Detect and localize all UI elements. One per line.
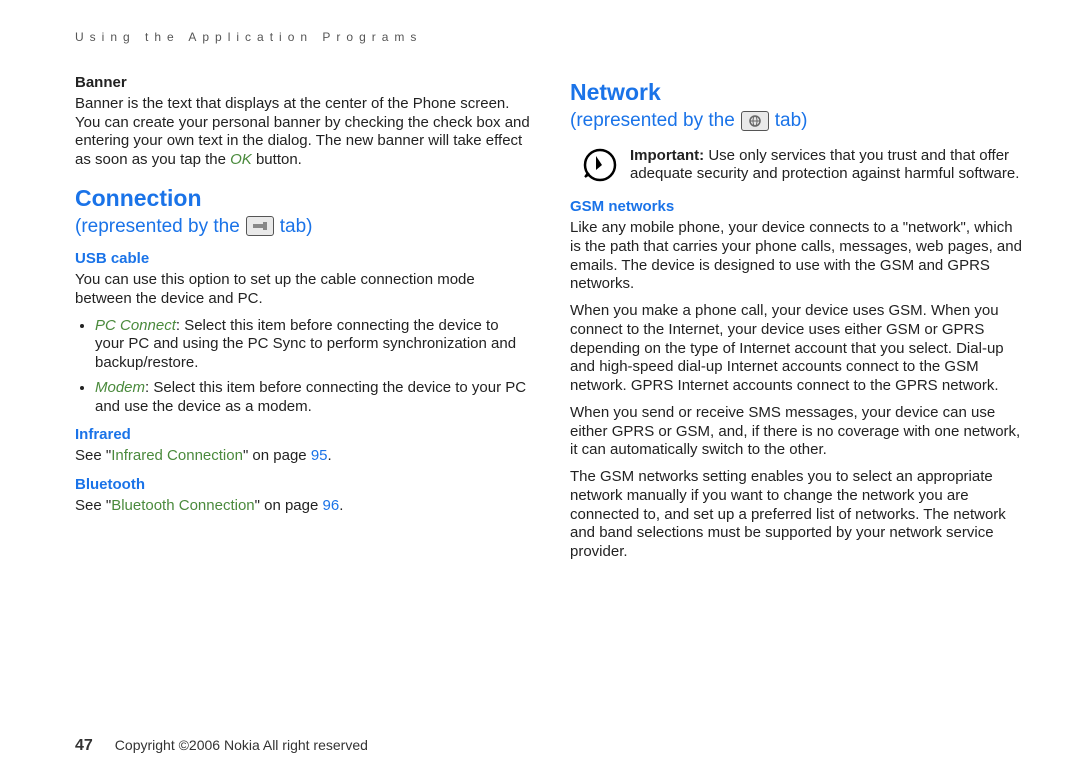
right-column: Network (represented by the tab)	[570, 64, 1025, 570]
subtitle-prefix: (represented by the	[75, 215, 240, 239]
two-column-layout: Banner Banner is the text that displays …	[75, 64, 1030, 570]
important-icon	[582, 147, 618, 189]
connection-heading: Connection	[75, 184, 530, 213]
usb-heading: USB cable	[75, 250, 530, 269]
pc-connect-term: PC Connect	[95, 317, 176, 334]
banner-text-part1: Banner is the text that displays at the …	[75, 95, 530, 168]
on-page: " on page	[255, 497, 323, 514]
gsm-heading: GSM networks	[570, 198, 1025, 217]
banner-paragraph: Banner is the text that displays at the …	[75, 95, 530, 170]
important-text-block: Important: Use only services that you tr…	[630, 147, 1025, 189]
list-item: Modem: Select this item before connectin…	[95, 379, 530, 417]
usb-text: You can use this option to set up the ca…	[75, 271, 530, 309]
copyright-text: Copyright ©2006 Nokia All right reserved	[115, 737, 368, 753]
page-ref-96[interactable]: 96	[323, 497, 340, 514]
gsm-p3: When you send or receive SMS messages, y…	[570, 404, 1025, 460]
running-header: Using the Application Programs	[75, 30, 1030, 44]
page-footer: 47 Copyright ©2006 Nokia All right reser…	[75, 737, 368, 755]
period: .	[339, 497, 343, 514]
network-heading: Network	[570, 78, 1025, 107]
infrared-ref: See "Infrared Connection" on page 95.	[75, 447, 530, 466]
manual-page: Using the Application Programs Banner Ba…	[0, 0, 1080, 779]
list-item: PC Connect: Select this item before conn…	[95, 317, 530, 373]
see-prefix: See "	[75, 497, 111, 514]
network-tab-icon	[741, 111, 769, 131]
see-prefix: See "	[75, 447, 111, 464]
gsm-p2: When you make a phone call, your device …	[570, 302, 1025, 396]
ok-button-ref: OK	[230, 151, 252, 168]
subtitle-suffix: tab)	[775, 109, 808, 133]
on-page: " on page	[243, 447, 311, 464]
period: .	[328, 447, 332, 464]
subtitle-suffix: tab)	[280, 215, 313, 239]
gsm-p4: The GSM networks setting enables you to …	[570, 468, 1025, 562]
important-note: Important: Use only services that you tr…	[582, 147, 1025, 189]
bluetooth-heading: Bluetooth	[75, 476, 530, 495]
bluetooth-link[interactable]: Bluetooth Connection	[111, 497, 254, 514]
bluetooth-ref: See "Bluetooth Connection" on page 96.	[75, 497, 530, 516]
page-number: 47	[75, 737, 93, 755]
important-label: Important:	[630, 147, 704, 164]
subtitle-prefix: (represented by the	[570, 109, 735, 133]
left-column: Banner Banner is the text that displays …	[75, 64, 530, 570]
banner-text-part2: button.	[252, 151, 302, 168]
infrared-heading: Infrared	[75, 426, 530, 445]
gsm-p1: Like any mobile phone, your device conne…	[570, 219, 1025, 294]
usb-options-list: PC Connect : Select this item before conn…	[75, 317, 530, 417]
page-ref-95[interactable]: 95	[311, 447, 328, 464]
connection-tab-icon	[246, 216, 274, 236]
connection-subtitle: (represented by the tab)	[75, 215, 530, 239]
infrared-link[interactable]: Infrared Connection	[111, 447, 243, 464]
network-subtitle: (represented by the tab)	[570, 109, 1025, 133]
banner-heading: Banner	[75, 74, 530, 93]
modem-desc: : Select this item before connecting the…	[95, 379, 526, 415]
modem-term: Modem	[95, 379, 145, 396]
